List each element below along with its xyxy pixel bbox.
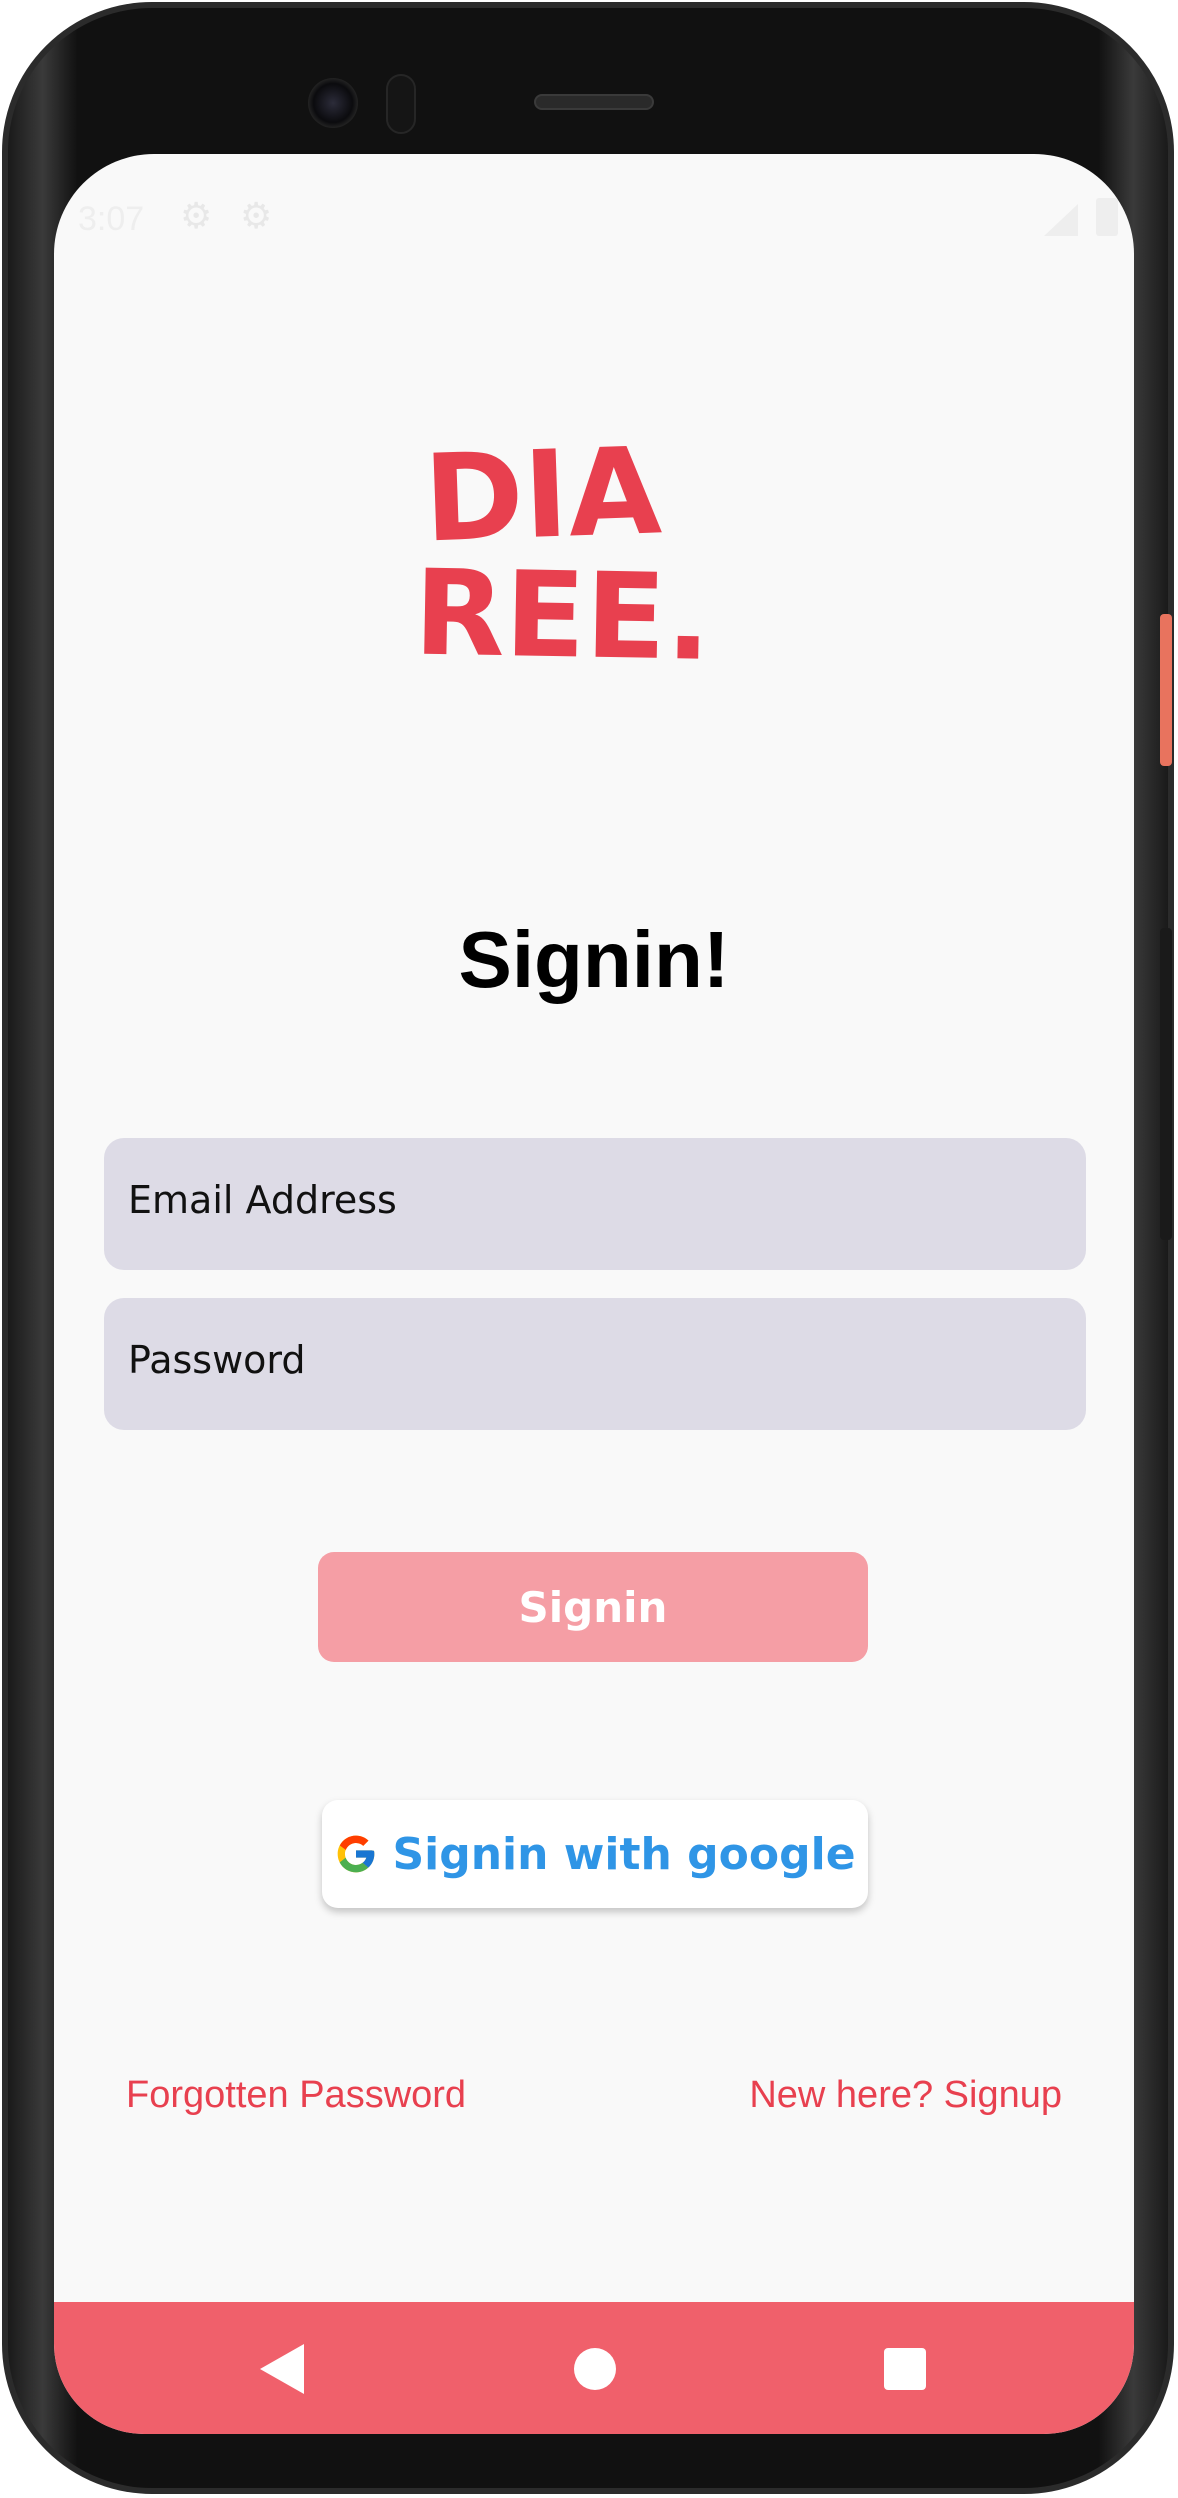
google-signin-label: Signin with google: [392, 1828, 856, 1880]
navigation-bar: [54, 2302, 1134, 2434]
google-icon: [338, 1835, 375, 1873]
signup-link[interactable]: New here? Signup: [749, 2074, 1062, 2117]
signin-button[interactable]: Signin: [318, 1552, 868, 1662]
google-signin-button[interactable]: Signin with google: [322, 1800, 868, 1908]
phone-frame: 3:07 ⚙ ⚙ DIA REE. Signin! Email Address …: [2, 2, 1174, 2494]
app-logo: DIA REE.: [404, 416, 764, 686]
email-field[interactable]: Email Address: [104, 1138, 1086, 1270]
gear-icon: ⚙: [180, 195, 213, 236]
forgot-password-link[interactable]: Forgotten Password: [126, 2074, 466, 2117]
status-time: 3:07: [78, 200, 145, 238]
volume-button: [1160, 928, 1172, 1240]
logo-line-2: REE.: [413, 544, 712, 676]
power-button: [1160, 614, 1172, 766]
password-placeholder: Password: [128, 1338, 306, 1382]
battery-icon: [1096, 198, 1118, 236]
proximity-sensor: [386, 74, 416, 134]
recents-icon[interactable]: [884, 2348, 926, 2390]
email-placeholder: Email Address: [128, 1178, 397, 1222]
back-icon[interactable]: [260, 2344, 304, 2394]
earpiece-speaker: [534, 94, 654, 110]
home-icon[interactable]: [574, 2348, 616, 2390]
front-camera: [308, 78, 358, 128]
signal-icon: [1044, 204, 1078, 236]
page-title: Signin!: [458, 915, 730, 1004]
password-field[interactable]: Password: [104, 1298, 1086, 1430]
gear-icon: ⚙: [240, 195, 273, 236]
status-bar: 3:07 ⚙ ⚙: [54, 154, 1134, 238]
app-screen: 3:07 ⚙ ⚙ DIA REE. Signin! Email Address …: [54, 154, 1134, 2434]
